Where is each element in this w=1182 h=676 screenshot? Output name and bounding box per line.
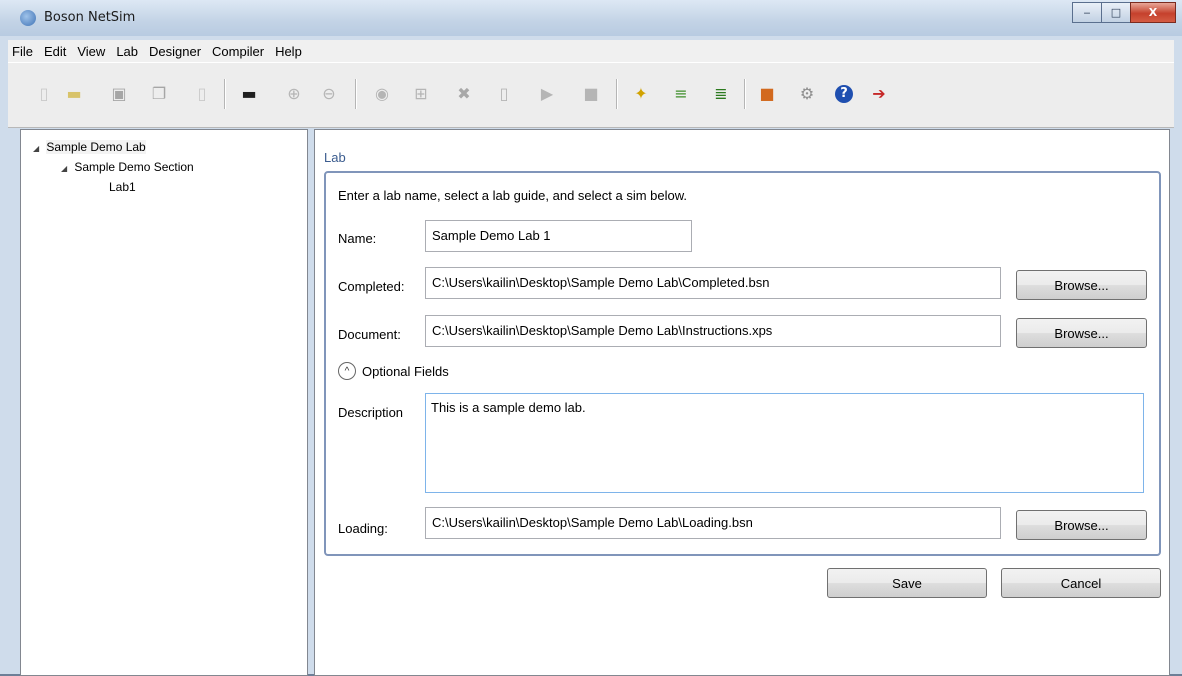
clear-button[interactable]: ▯ [493, 83, 515, 105]
completed-label: Completed: [338, 279, 405, 294]
help-icon: ? [835, 85, 853, 103]
lab-editor-panel: Lab Enter a lab name, select a lab guide… [314, 129, 1170, 676]
description-label: Description [338, 405, 404, 420]
save-button[interactable]: ▣ [108, 83, 130, 105]
save-all-icon: ❐ [151, 84, 167, 103]
tree-item-root[interactable]: ◢ Sample Demo Lab [33, 140, 146, 154]
toolbar-separator [744, 79, 746, 109]
new-document-icon: ▯ [39, 84, 49, 103]
loading-path-input[interactable]: C:\Users\kailin\Desktop\Sample Demo Lab\… [425, 507, 1001, 539]
window-controls: ‒ □ X [1072, 2, 1176, 23]
delete-icon: ✖ [457, 84, 471, 103]
zoom-out-button[interactable]: ⊖ [318, 83, 340, 105]
connect-button[interactable]: ⊞ [410, 83, 432, 105]
settings-button[interactable]: ⚙ [796, 83, 818, 105]
router-button[interactable]: ◉ [371, 83, 393, 105]
wizard-button[interactable]: ✦ [630, 83, 652, 105]
router-icon: ◉ [375, 84, 389, 103]
expand-arrow-icon[interactable]: ◢ [61, 164, 71, 173]
save-all-button[interactable]: ❐ [148, 83, 170, 105]
blank-page-button[interactable]: ▯ [191, 83, 213, 105]
menu-compiler[interactable]: Compiler [208, 44, 271, 59]
toolbar: ▯ ▬ ▣ ❐ ▯ ▬ ⊕ ⊖ ◉ ⊞ ✖ ▯ ▶ ■ ✦ ≡ ≣ ■ ⚙ ? … [8, 62, 1174, 128]
exit-door-icon: ➔ [872, 84, 886, 103]
toolbar-separator [355, 79, 357, 109]
package-button[interactable]: ■ [756, 83, 778, 105]
loading-label: Loading: [338, 521, 388, 536]
menu-view[interactable]: View [73, 44, 112, 59]
toolbar-separator [224, 79, 226, 109]
stop-button[interactable]: ■ [580, 83, 602, 105]
help-button[interactable]: ? [833, 83, 855, 105]
app-window: Boson NetSim ‒ □ X File Edit View Lab De… [0, 0, 1182, 676]
compile-down-button[interactable]: ≣ [710, 83, 732, 105]
package-icon: ■ [759, 84, 775, 103]
zoom-in-icon: ⊕ [287, 84, 301, 103]
delete-button[interactable]: ✖ [453, 83, 475, 105]
optional-fields-label: Optional Fields [362, 363, 449, 379]
name-label: Name: [338, 231, 377, 246]
loading-browse-button[interactable]: Browse... [1016, 510, 1147, 540]
lab-tree: ◢ Sample Demo Lab ◢ Sample Demo Section … [20, 129, 308, 676]
play-button[interactable]: ▶ [536, 83, 558, 105]
save-icon: ▣ [111, 84, 127, 103]
save-lab-button[interactable]: Save [827, 568, 987, 598]
new-document-button[interactable]: ▯ [33, 83, 55, 105]
gears-icon: ⚙ [799, 84, 815, 103]
console-button[interactable]: ▬ [238, 83, 260, 105]
title-bar: Boson NetSim ‒ □ X [0, 0, 1182, 36]
tree-item-label: Lab1 [109, 180, 136, 194]
console-icon: ▬ [241, 84, 257, 103]
tree-item-label: Sample Demo Section [74, 160, 194, 174]
menu-file[interactable]: File [8, 44, 40, 59]
form-instructions: Enter a lab name, select a lab guide, an… [338, 188, 688, 203]
menu-edit[interactable]: Edit [40, 44, 73, 59]
completed-path-input[interactable]: C:\Users\kailin\Desktop\Sample Demo Lab\… [425, 267, 1001, 299]
lab-form: Enter a lab name, select a lab guide, an… [324, 171, 1161, 556]
tree-item-section[interactable]: ◢ Sample Demo Section [61, 160, 194, 174]
document-path-input[interactable]: C:\Users\kailin\Desktop\Sample Demo Lab\… [425, 315, 1001, 347]
compile-up-icon: ≡ [674, 84, 688, 103]
section-title: Lab [324, 150, 346, 165]
compile-down-icon: ≣ [714, 84, 728, 103]
cylinder-icon: ▯ [499, 84, 509, 103]
toolbar-separator [616, 79, 618, 109]
expand-arrow-icon[interactable]: ◢ [33, 144, 43, 153]
menu-lab[interactable]: Lab [112, 44, 145, 59]
compile-up-button[interactable]: ≡ [670, 83, 692, 105]
menu-designer[interactable]: Designer [145, 44, 208, 59]
menu-bar: File Edit View Lab Designer Compiler Hel… [8, 40, 1174, 62]
minimize-button[interactable]: ‒ [1072, 2, 1102, 23]
network-icon: ⊞ [414, 84, 428, 103]
open-folder-button[interactable]: ▬ [63, 83, 85, 105]
description-textarea[interactable]: This is a sample demo lab. [425, 393, 1144, 493]
window-title: Boson NetSim [44, 10, 136, 25]
folder-icon: ▬ [66, 84, 82, 103]
menu-help[interactable]: Help [271, 44, 309, 59]
tree-item-lab[interactable]: Lab1 [109, 180, 136, 194]
cancel-button[interactable]: Cancel [1001, 568, 1161, 598]
document-label: Document: [338, 327, 401, 342]
optional-fields-toggle[interactable]: ^ Optional Fields [338, 362, 449, 380]
app-logo-icon [20, 10, 36, 26]
play-icon: ▶ [540, 84, 554, 103]
name-input[interactable]: Sample Demo Lab 1 [425, 220, 692, 252]
stop-icon: ■ [583, 84, 599, 103]
zoom-out-icon: ⊖ [322, 84, 336, 103]
maximize-button[interactable]: □ [1101, 2, 1131, 23]
zoom-in-button[interactable]: ⊕ [283, 83, 305, 105]
completed-browse-button[interactable]: Browse... [1016, 270, 1147, 300]
collapse-chevron-icon: ^ [338, 362, 356, 380]
exit-button[interactable]: ➔ [868, 83, 890, 105]
document-browse-button[interactable]: Browse... [1016, 318, 1147, 348]
close-button[interactable]: X [1130, 2, 1176, 23]
magic-wand-icon: ✦ [634, 84, 648, 103]
tree-item-label: Sample Demo Lab [46, 140, 146, 154]
page-icon: ▯ [197, 84, 207, 103]
